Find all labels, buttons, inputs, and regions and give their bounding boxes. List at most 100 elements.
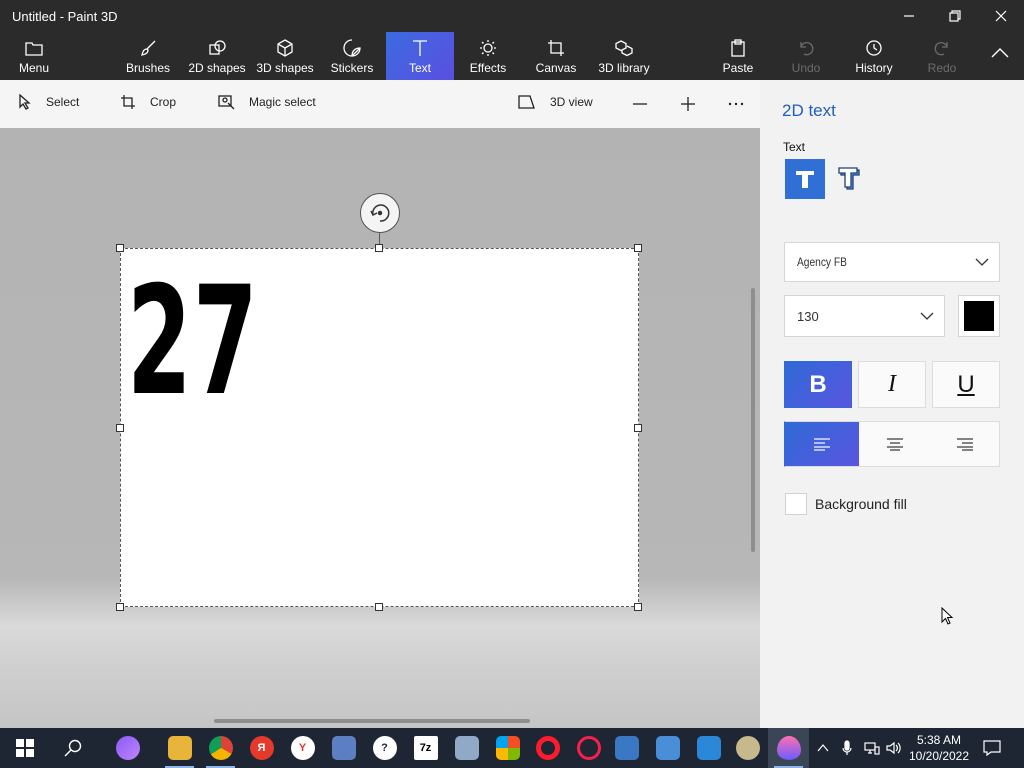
action-center-button[interactable]	[980, 728, 1004, 768]
magic-select-tool[interactable]: Magic select	[218, 94, 316, 110]
minimize-button[interactable]	[886, 0, 932, 32]
redo-button[interactable]: Redo	[920, 32, 964, 80]
text-color-picker[interactable]	[958, 295, 1000, 337]
plain-text-button[interactable]	[785, 159, 825, 199]
tray-overflow-button[interactable]	[814, 728, 832, 768]
taskbar-app-paint-3d[interactable]	[768, 728, 809, 768]
vertical-scrollbar[interactable]	[751, 288, 755, 552]
mouse-cursor-icon	[941, 607, 954, 625]
clock-date: 10/20/2022	[908, 749, 970, 763]
select-tool[interactable]: Select	[18, 94, 79, 110]
paste-button[interactable]: Paste	[716, 32, 760, 80]
background-fill-checkbox[interactable]	[785, 493, 807, 515]
taskbar-app-alice[interactable]	[107, 728, 148, 768]
undo-button[interactable]: Undo	[784, 32, 828, 80]
chevron-up-icon	[817, 744, 829, 752]
restore-icon	[949, 10, 961, 22]
search-button[interactable]	[52, 728, 93, 768]
tab-effects[interactable]: Effects	[466, 32, 510, 80]
crop-label: Crop	[150, 95, 177, 109]
font-size-dropdown[interactable]: 130	[784, 295, 945, 337]
menu-label: Menu	[18, 61, 50, 75]
taskbar-app-store[interactable]	[487, 728, 528, 768]
more-options-button[interactable]	[728, 96, 758, 112]
resize-handle-right[interactable]	[634, 424, 642, 432]
minimize-icon	[904, 15, 914, 17]
tab-3d-shapes[interactable]: 3D shapes	[254, 32, 316, 80]
tab-stickers[interactable]: Stickers	[326, 32, 378, 80]
yandex-browser-icon: Я	[249, 736, 274, 760]
resize-handle-top-left[interactable]	[116, 244, 124, 252]
taskbar-app-7zip[interactable]: 7z	[405, 728, 446, 768]
speaker-icon	[886, 741, 901, 755]
resize-handle-bottom-left[interactable]	[116, 603, 124, 611]
menu-button[interactable]: Menu	[12, 32, 56, 80]
alice-icon	[115, 736, 140, 760]
chevron-up-icon	[991, 48, 1009, 58]
taskbar-app-feedback-hub[interactable]: ?	[364, 728, 405, 768]
tab-brushes[interactable]: Brushes	[122, 32, 174, 80]
resize-handle-bottom-right[interactable]	[634, 603, 642, 611]
tool-bar: Select Crop Magic select 3D view	[0, 80, 760, 128]
font-family-dropdown[interactable]: Agency FB	[784, 242, 1000, 282]
zoom-in-button[interactable]	[680, 96, 710, 112]
7zip-icon: 7z	[413, 736, 438, 760]
3d-library-icon	[615, 40, 633, 57]
windows-logo-icon	[15, 739, 34, 757]
underline-button[interactable]: U	[932, 361, 1000, 408]
align-right-button[interactable]	[930, 421, 1000, 467]
restore-button[interactable]	[932, 0, 978, 32]
tab-canvas[interactable]: Canvas	[534, 32, 578, 80]
taskbar-app-chrome[interactable]	[200, 728, 241, 768]
ribbon: Menu Brushes 2D shapes 3D shapes Sticker…	[0, 32, 1024, 80]
resize-handle-top-right[interactable]	[634, 244, 642, 252]
taskbar-app-opera[interactable]	[527, 728, 568, 768]
tab-3d-library[interactable]: 3D library	[596, 32, 652, 80]
history-button[interactable]: History	[852, 32, 896, 80]
taskbar-app-yandex[interactable]: Y	[282, 728, 323, 768]
background-fill-label: Background fill	[815, 496, 907, 512]
italic-button[interactable]: I	[858, 361, 926, 408]
volume-button[interactable]	[885, 728, 903, 768]
taskbar: Я Y ? 7z 5:38 AM 10/20/2022	[0, 728, 1024, 768]
taskbar-app-opera-gx[interactable]	[568, 728, 609, 768]
taskbar-app-calculator[interactable]	[323, 728, 364, 768]
3d-text-icon	[838, 167, 860, 190]
taskbar-app-paint[interactable]	[727, 728, 768, 768]
panel-title: 2D text	[782, 101, 836, 120]
3d-view-toggle[interactable]: 3D view	[518, 94, 593, 110]
canvas-text[interactable]: 27	[127, 267, 259, 417]
crop-tool[interactable]: Crop	[120, 94, 176, 110]
3d-view-icon	[518, 95, 535, 109]
taskbar-app-remote-desktop[interactable]	[647, 728, 688, 768]
taskbar-app-yandex-browser[interactable]: Я	[241, 728, 282, 768]
tab-text[interactable]: Text	[386, 32, 454, 80]
taskbar-app-file-explorer[interactable]	[159, 728, 200, 768]
microphone-button[interactable]	[838, 728, 856, 768]
resize-handle-top[interactable]	[375, 244, 383, 252]
3d-text-button[interactable]	[829, 159, 869, 199]
start-button[interactable]	[4, 728, 45, 768]
tab-2d-shapes[interactable]: 2D shapes	[186, 32, 248, 80]
network-button[interactable]	[862, 728, 882, 768]
taskbar-app-people[interactable]	[688, 728, 729, 768]
photos-icon	[454, 736, 479, 760]
taskbar-app-control-panel[interactable]	[606, 728, 647, 768]
tab-label: 2D shapes	[188, 61, 246, 75]
align-left-button[interactable]	[784, 421, 859, 467]
zoom-out-button[interactable]	[632, 96, 662, 112]
resize-handle-bottom[interactable]	[375, 603, 383, 611]
taskbar-app-photos[interactable]	[446, 728, 487, 768]
plain-text-icon	[796, 171, 814, 188]
text-box[interactable]: 27	[120, 248, 639, 607]
resize-handle-left[interactable]	[116, 424, 124, 432]
clock[interactable]: 5:38 AM 10/20/2022	[906, 732, 972, 764]
bold-button[interactable]: B	[784, 361, 852, 408]
rotate-handle[interactable]	[360, 193, 400, 233]
collapse-ribbon-button[interactable]	[978, 32, 1022, 80]
close-button[interactable]	[978, 0, 1024, 32]
align-center-button[interactable]	[859, 421, 930, 467]
select-cursor-icon	[19, 94, 31, 110]
horizontal-scrollbar[interactable]	[214, 719, 530, 723]
workspace[interactable]: 27	[0, 128, 760, 728]
